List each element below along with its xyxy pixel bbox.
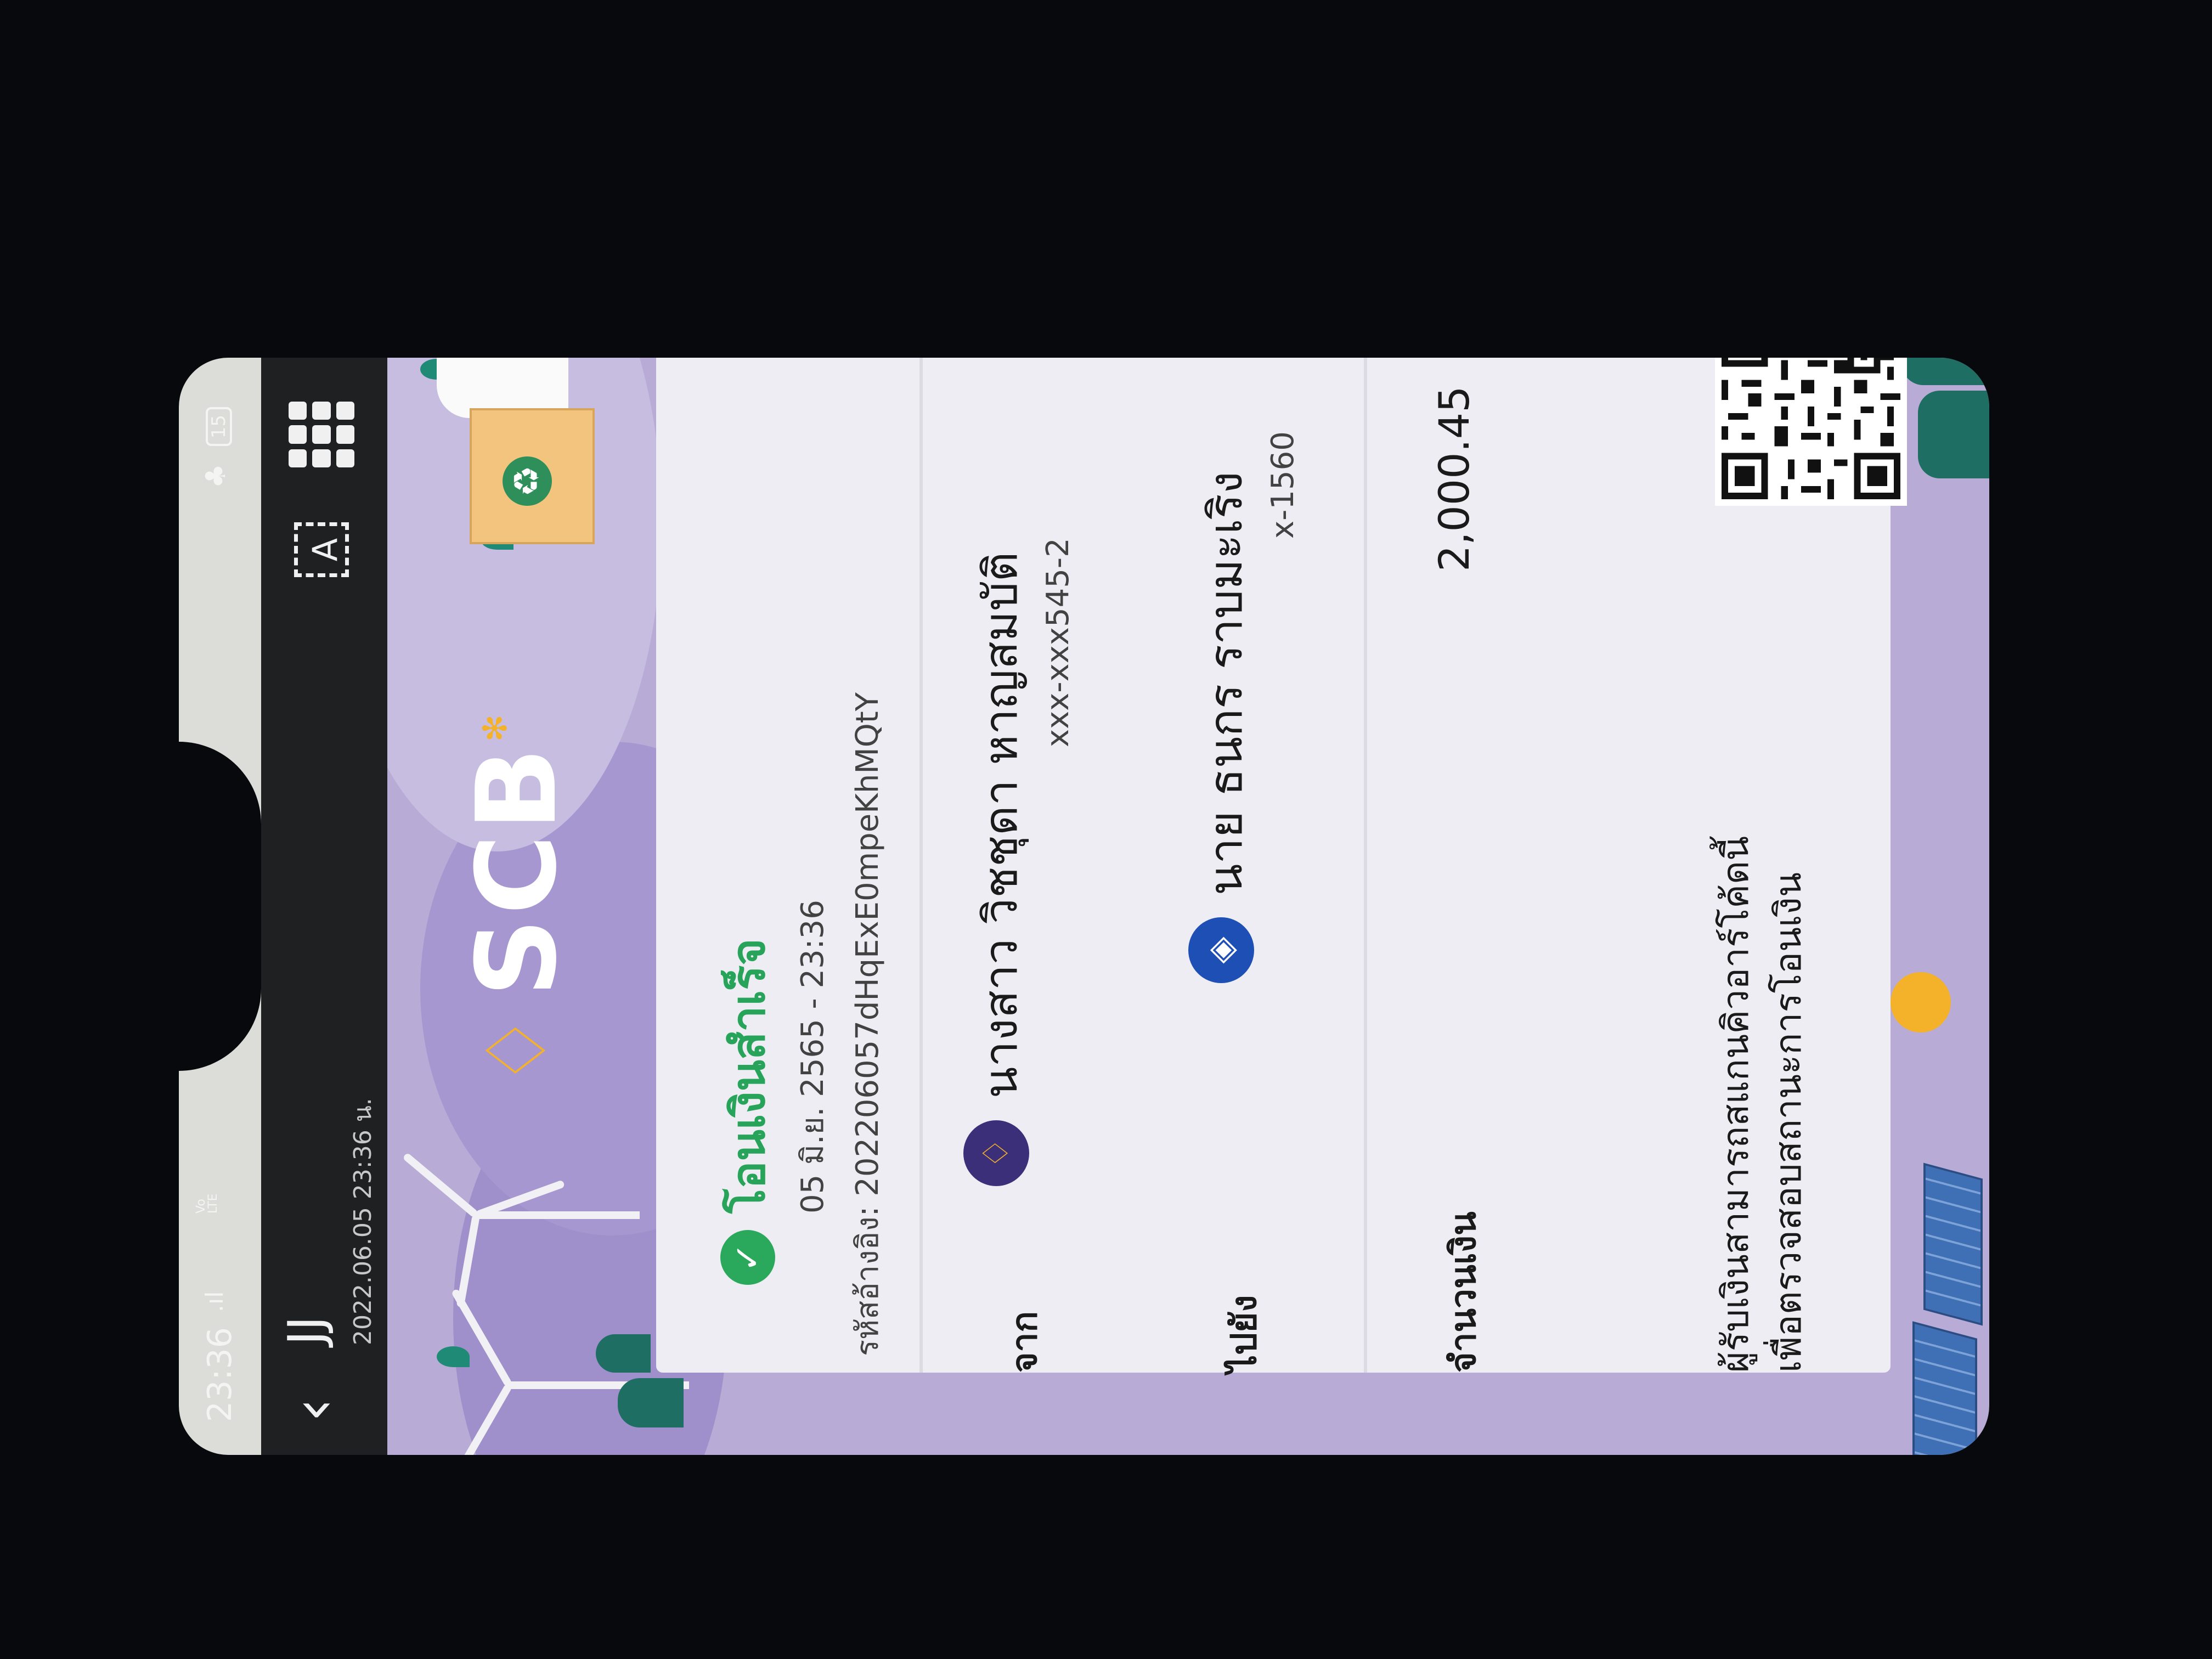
qr-note: ผู้รับเงินสามารถสแกนคิวอาร์โค้ดนี้ เพื่อ… <box>1709 836 1815 1373</box>
turbine-blade <box>402 1152 479 1218</box>
qr-note-line-2: เพื่อตรวจสอบสถานะการโอนเงิน <box>1767 872 1809 1373</box>
decorative-leaf <box>437 1346 470 1367</box>
sparkle-icon: ✻ <box>476 714 515 742</box>
signal-icon: .ıl <box>201 1291 229 1312</box>
scb-logo: ♢ SCB ✻ <box>453 714 581 1087</box>
page-subtitle: 2022.06.05 23:36 น. <box>349 1098 377 1345</box>
from-label: จาก <box>1005 1311 1045 1373</box>
transfer-status: ✓ โอนเงินสำเร็จ <box>711 938 785 1285</box>
grid-icon[interactable] <box>289 402 354 467</box>
turbine-blade <box>509 1381 619 1389</box>
decorative-bush <box>1901 358 1989 385</box>
bbl-bank-icon: ◈ <box>1188 917 1254 983</box>
brand-name: SCB <box>453 744 581 997</box>
recycle-icon: ♻ <box>503 456 552 506</box>
screen: 23:36 .ıl Vo LTE ♣ 15 ‹ JJ 2022.06.05 23… <box>179 358 1989 1455</box>
decorative-sun <box>1891 972 1951 1032</box>
qr-note-line-1: ผู้รับเงินสามารถสแกนคิวอาร์โค้ดนี้ <box>1714 836 1757 1373</box>
verification-qr-code[interactable] <box>1715 358 1907 506</box>
phone-screen: 23:36 .ıl Vo LTE ♣ 15 ‹ JJ 2022.06.05 23… <box>179 358 1989 1455</box>
page-title: JJ <box>278 1316 335 1345</box>
divider <box>919 358 923 1373</box>
sender-account: xxx-xxx545-2 <box>1040 538 1076 747</box>
scb-bank-icon: ♢ <box>963 1120 1029 1186</box>
status-bar: 23:36 .ıl Vo LTE ♣ 15 <box>179 358 261 1455</box>
transfer-amount: 2,000.45 <box>1430 386 1479 572</box>
decorative-bush <box>618 1378 684 1427</box>
battery-icon: 15 <box>206 407 232 447</box>
status-right: ♣ 15 <box>200 407 232 488</box>
chevron-left-icon[interactable]: ‹ <box>278 1398 348 1422</box>
text-scan-icon[interactable]: A <box>294 522 349 577</box>
volte-icon: Vo LTE <box>194 1193 220 1214</box>
transaction-datetime: 05 มิ.ย. 2565 - 23:36 <box>795 900 831 1214</box>
solar-panel <box>1912 1321 1977 1455</box>
status-time: 23:36 <box>201 1327 239 1422</box>
sender-name: นางสาว วิชชุดา หาญสมบัติ <box>974 551 1028 1098</box>
wind-turbine <box>475 1211 640 1219</box>
app-bar: ‹ JJ 2022.06.05 23:36 น. A <box>261 358 387 1455</box>
to-label: ไปยัง <box>1224 1295 1265 1373</box>
status-title: โอนเงินสำเร็จ <box>721 938 775 1214</box>
decorative-bush <box>596 1334 651 1373</box>
text-scan-label: A <box>305 538 345 562</box>
receiver-name: นาย ธนกร ราบมะเริง <box>1199 471 1252 895</box>
check-circle-icon: ✓ <box>720 1230 775 1285</box>
divider <box>1364 358 1367 1373</box>
transfer-details-card: ✓ โอนเงินสำเร็จ 05 มิ.ย. 2565 - 23:36 รห… <box>656 358 1907 1373</box>
transfer-slip: ♢ SCB ✻ ♻ ✓ โอนเงินสำเร็จ 05 มิ.ย. 2565 … <box>387 358 1989 1455</box>
notification-icon: ♣ <box>200 464 232 488</box>
display-notch <box>179 742 261 1071</box>
decorative-bush <box>1918 391 1989 478</box>
receiver-account: x-1560 <box>1265 431 1301 539</box>
amount-label: จำนวนเงิน <box>1443 1211 1484 1373</box>
reference-code: รหัสอ้างอิง: 202206057dHqExE0mpeKhMQtY <box>850 692 885 1356</box>
scb-logo-icon: ♢ <box>469 1013 565 1087</box>
solar-panel <box>1923 1163 1983 1326</box>
